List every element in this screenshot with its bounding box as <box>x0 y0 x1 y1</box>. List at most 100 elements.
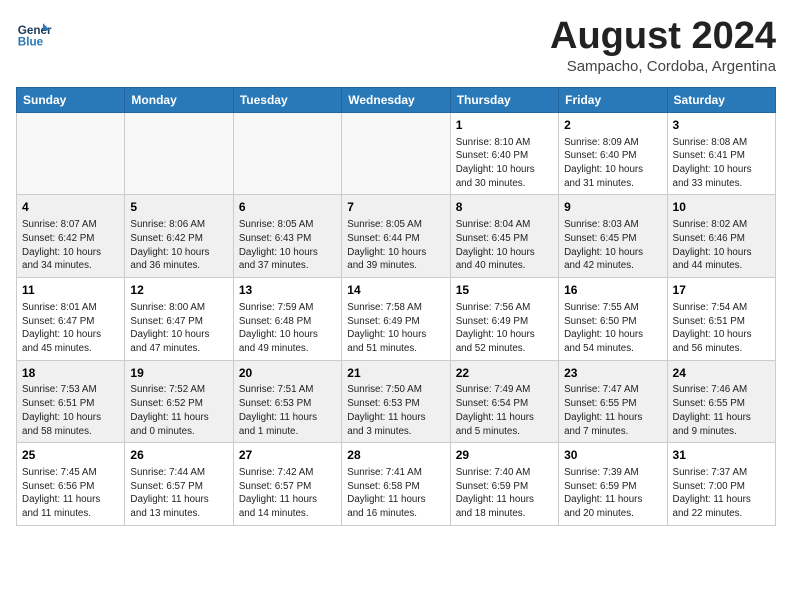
calendar-week-row: 18Sunrise: 7:53 AM Sunset: 6:51 PM Dayli… <box>17 360 776 443</box>
calendar-day-header: Friday <box>559 87 667 112</box>
calendar-day-cell: 23Sunrise: 7:47 AM Sunset: 6:55 PM Dayli… <box>559 360 667 443</box>
calendar-day-cell: 29 Sunrise: 7:40 AM Sunset: 6:59 PM Dayli… <box>450 443 558 526</box>
calendar-day-cell: 3Sunrise: 8:08 AM Sunset: 6:41 PM Daylig… <box>667 112 775 195</box>
day-number: 13 <box>239 282 336 299</box>
calendar-day-cell: 27 Sunrise: 7:42 AM Sunset: 6:57 PM Dayli… <box>233 443 341 526</box>
title-block: August 2024 Sampacho, Cordoba, Argentina <box>550 16 776 75</box>
day-number: 1 <box>456 117 553 134</box>
day-number: 23 <box>564 365 661 382</box>
day-info: Sunrise: 7:49 AM Sunset: 6:54 PM Dayligh… <box>456 383 553 438</box>
day-number: 7 <box>347 199 444 216</box>
day-info: Sunrise: 8:09 AM Sunset: 6:40 PM Dayligh… <box>564 136 661 191</box>
day-number: 5 <box>130 199 227 216</box>
calendar-day-cell: 6 Sunrise: 8:05 AM Sunset: 6:43 PM Daylig… <box>233 195 341 278</box>
day-info: Sunrise: 7:58 AM Sunset: 6:49 PM Dayligh… <box>347 301 444 356</box>
day-number: 14 <box>347 282 444 299</box>
calendar-day-cell <box>17 112 125 195</box>
calendar-day-header: Thursday <box>450 87 558 112</box>
day-number: 21 <box>347 365 444 382</box>
day-number: 6 <box>239 199 336 216</box>
day-number: 17 <box>673 282 770 299</box>
day-number: 31 <box>673 447 770 464</box>
calendar-day-cell: 11Sunrise: 8:01 AM Sunset: 6:47 PM Dayli… <box>17 278 125 361</box>
day-info: Sunrise: 7:41 AM Sunset: 6:58 PM Dayligh… <box>347 466 444 521</box>
calendar-day-cell: 30Sunrise: 7:39 AM Sunset: 6:59 PM Dayli… <box>559 443 667 526</box>
day-info: Sunrise: 7:53 AM Sunset: 6:51 PM Dayligh… <box>22 383 119 438</box>
day-info: Sunrise: 8:10 AM Sunset: 6:40 PM Dayligh… <box>456 136 553 191</box>
day-number: 29 <box>456 447 553 464</box>
day-number: 28 <box>347 447 444 464</box>
calendar-day-cell: 7 Sunrise: 8:05 AM Sunset: 6:44 PM Daylig… <box>342 195 450 278</box>
day-number: 27 <box>239 447 336 464</box>
day-info: Sunrise: 8:00 AM Sunset: 6:47 PM Dayligh… <box>130 301 227 356</box>
calendar-day-cell: 25Sunrise: 7:45 AM Sunset: 6:56 PM Dayli… <box>17 443 125 526</box>
calendar-week-row: 4 Sunrise: 8:07 AM Sunset: 6:42 PM Daylig… <box>17 195 776 278</box>
calendar-day-cell: 12 Sunrise: 8:00 AM Sunset: 6:47 PM Dayli… <box>125 278 233 361</box>
calendar-day-cell: 10 Sunrise: 8:02 AM Sunset: 6:46 PM Dayli… <box>667 195 775 278</box>
location-title: Sampacho, Cordoba, Argentina <box>550 58 776 75</box>
day-number: 16 <box>564 282 661 299</box>
day-number: 10 <box>673 199 770 216</box>
calendar-day-cell: 21Sunrise: 7:50 AM Sunset: 6:53 PM Dayli… <box>342 360 450 443</box>
calendar-header-row: SundayMondayTuesdayWednesdayThursdayFrid… <box>17 87 776 112</box>
page-header: General Blue August 2024 Sampacho, Cordo… <box>16 16 776 75</box>
day-number: 8 <box>456 199 553 216</box>
day-number: 9 <box>564 199 661 216</box>
calendar-day-cell: 20Sunrise: 7:51 AM Sunset: 6:53 PM Dayli… <box>233 360 341 443</box>
calendar-day-cell <box>233 112 341 195</box>
day-number: 25 <box>22 447 119 464</box>
calendar-day-cell: 17 Sunrise: 7:54 AM Sunset: 6:51 PM Dayli… <box>667 278 775 361</box>
day-info: Sunrise: 7:55 AM Sunset: 6:50 PM Dayligh… <box>564 301 661 356</box>
day-info: Sunrise: 8:06 AM Sunset: 6:42 PM Dayligh… <box>130 218 227 273</box>
day-info: Sunrise: 7:44 AM Sunset: 6:57 PM Dayligh… <box>130 466 227 521</box>
calendar-day-cell: 24Sunrise: 7:46 AM Sunset: 6:55 PM Dayli… <box>667 360 775 443</box>
calendar-day-header: Tuesday <box>233 87 341 112</box>
month-title: August 2024 <box>550 16 776 58</box>
calendar-day-cell: 13 Sunrise: 7:59 AM Sunset: 6:48 PM Dayli… <box>233 278 341 361</box>
day-info: Sunrise: 8:05 AM Sunset: 6:43 PM Dayligh… <box>239 218 336 273</box>
calendar-day-cell <box>125 112 233 195</box>
day-number: 12 <box>130 282 227 299</box>
day-number: 2 <box>564 117 661 134</box>
day-info: Sunrise: 7:42 AM Sunset: 6:57 PM Dayligh… <box>239 466 336 521</box>
day-number: 3 <box>673 117 770 134</box>
calendar-day-cell: 16 Sunrise: 7:55 AM Sunset: 6:50 PM Dayli… <box>559 278 667 361</box>
logo-icon: General Blue <box>16 16 52 52</box>
day-info: Sunrise: 7:40 AM Sunset: 6:59 PM Dayligh… <box>456 466 553 521</box>
calendar-day-cell <box>342 112 450 195</box>
day-info: Sunrise: 7:39 AM Sunset: 6:59 PM Dayligh… <box>564 466 661 521</box>
day-info: Sunrise: 7:37 AM Sunset: 7:00 PM Dayligh… <box>673 466 770 521</box>
calendar-day-cell: 2 Sunrise: 8:09 AM Sunset: 6:40 PM Daylig… <box>559 112 667 195</box>
calendar-day-cell: 19Sunrise: 7:52 AM Sunset: 6:52 PM Dayli… <box>125 360 233 443</box>
day-info: Sunrise: 8:05 AM Sunset: 6:44 PM Dayligh… <box>347 218 444 273</box>
logo: General Blue <box>16 16 52 52</box>
calendar-day-cell: 4 Sunrise: 8:07 AM Sunset: 6:42 PM Daylig… <box>17 195 125 278</box>
day-info: Sunrise: 8:02 AM Sunset: 6:46 PM Dayligh… <box>673 218 770 273</box>
calendar-day-cell: 9Sunrise: 8:03 AM Sunset: 6:45 PM Daylig… <box>559 195 667 278</box>
day-number: 18 <box>22 365 119 382</box>
svg-text:Blue: Blue <box>18 36 44 49</box>
calendar-day-cell: 14 Sunrise: 7:58 AM Sunset: 6:49 PM Dayli… <box>342 278 450 361</box>
calendar-day-cell: 8 Sunrise: 8:04 AM Sunset: 6:45 PM Daylig… <box>450 195 558 278</box>
calendar-day-cell: 31 Sunrise: 7:37 AM Sunset: 7:00 PM Dayli… <box>667 443 775 526</box>
calendar-table: SundayMondayTuesdayWednesdayThursdayFrid… <box>16 87 776 526</box>
day-number: 11 <box>22 282 119 299</box>
calendar-day-header: Saturday <box>667 87 775 112</box>
day-info: Sunrise: 7:46 AM Sunset: 6:55 PM Dayligh… <box>673 383 770 438</box>
calendar-week-row: 25Sunrise: 7:45 AM Sunset: 6:56 PM Dayli… <box>17 443 776 526</box>
day-number: 22 <box>456 365 553 382</box>
day-info: Sunrise: 7:52 AM Sunset: 6:52 PM Dayligh… <box>130 383 227 438</box>
day-number: 4 <box>22 199 119 216</box>
calendar-week-row: 11Sunrise: 8:01 AM Sunset: 6:47 PM Dayli… <box>17 278 776 361</box>
day-info: Sunrise: 8:07 AM Sunset: 6:42 PM Dayligh… <box>22 218 119 273</box>
day-info: Sunrise: 7:54 AM Sunset: 6:51 PM Dayligh… <box>673 301 770 356</box>
calendar-day-cell: 15 Sunrise: 7:56 AM Sunset: 6:49 PM Dayli… <box>450 278 558 361</box>
calendar-day-header: Sunday <box>17 87 125 112</box>
day-number: 15 <box>456 282 553 299</box>
day-info: Sunrise: 8:04 AM Sunset: 6:45 PM Dayligh… <box>456 218 553 273</box>
calendar-day-cell: 22Sunrise: 7:49 AM Sunset: 6:54 PM Dayli… <box>450 360 558 443</box>
day-info: Sunrise: 7:56 AM Sunset: 6:49 PM Dayligh… <box>456 301 553 356</box>
calendar-day-header: Wednesday <box>342 87 450 112</box>
day-info: Sunrise: 7:59 AM Sunset: 6:48 PM Dayligh… <box>239 301 336 356</box>
calendar-day-header: Monday <box>125 87 233 112</box>
